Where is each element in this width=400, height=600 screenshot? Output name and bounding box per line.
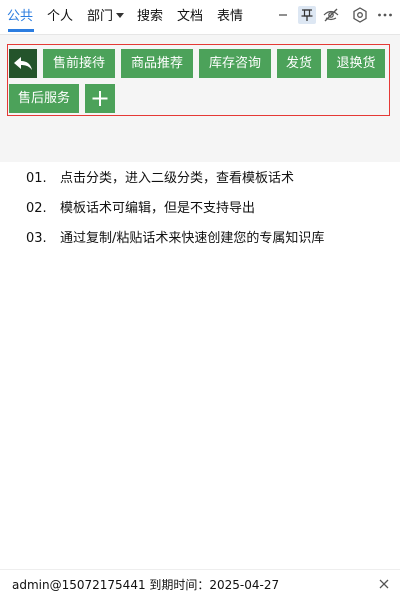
category-aftersales[interactable]: 售后服务	[9, 84, 79, 113]
top-nav: 公共 个人 部门 搜索 文档 表情	[0, 0, 400, 35]
footer-bar: admin@15072175441 到期时间：2025-04-27	[0, 569, 400, 600]
tip-text: 模板话术可编辑，但是不支持导出	[60, 201, 256, 216]
tip-number: 03.	[26, 231, 47, 246]
close-icon[interactable]	[376, 576, 392, 592]
tip-text: 通过复制/粘贴话术来快速创建您的专属知识库	[60, 231, 325, 246]
template-panel: 售前接待 商品推荐 库存咨询 发货 退换货 售后服务	[0, 35, 400, 162]
add-category-button[interactable]	[85, 84, 115, 113]
settings-icon[interactable]	[351, 6, 369, 24]
chevron-down-icon	[116, 13, 125, 18]
eye-off-icon[interactable]	[322, 6, 340, 24]
tip-number: 01.	[26, 171, 47, 186]
category-presales[interactable]: 售前接待	[43, 49, 115, 78]
plus-icon	[92, 91, 108, 106]
tip-item: 03. 通过复制/粘贴话术来快速创建您的专属知识库	[26, 230, 324, 248]
back-arrow-icon	[14, 57, 32, 70]
tab-search[interactable]: 搜索	[137, 9, 163, 25]
tab-docs[interactable]: 文档	[177, 9, 203, 25]
tip-item: 02. 模板话术可编辑，但是不支持导出	[26, 200, 255, 218]
account-expiry-text: admin@15072175441 到期时间：2025-04-27	[12, 578, 280, 592]
more-icon[interactable]	[376, 6, 394, 24]
tab-department[interactable]: 部门	[87, 9, 125, 25]
tab-personal[interactable]: 个人	[47, 9, 73, 25]
tip-item: 01. 点击分类，进入二级分类，查看模板话术	[26, 170, 294, 188]
back-button[interactable]	[9, 49, 37, 78]
tab-public[interactable]: 公共	[7, 9, 33, 25]
minimize-icon[interactable]	[274, 6, 292, 24]
category-stock-inquiry[interactable]: 库存咨询	[199, 49, 271, 78]
category-returns[interactable]: 退换货	[327, 49, 385, 78]
active-tab-indicator	[8, 29, 34, 32]
tip-text: 点击分类，进入二级分类，查看模板话术	[60, 171, 295, 186]
category-product-recommend[interactable]: 商品推荐	[121, 49, 193, 78]
category-shipping[interactable]: 发货	[277, 49, 321, 78]
tip-number: 02.	[26, 201, 47, 216]
tab-emoji[interactable]: 表情	[217, 9, 243, 25]
tab-department-label: 部门	[87, 9, 114, 24]
pin-icon[interactable]	[298, 6, 316, 24]
